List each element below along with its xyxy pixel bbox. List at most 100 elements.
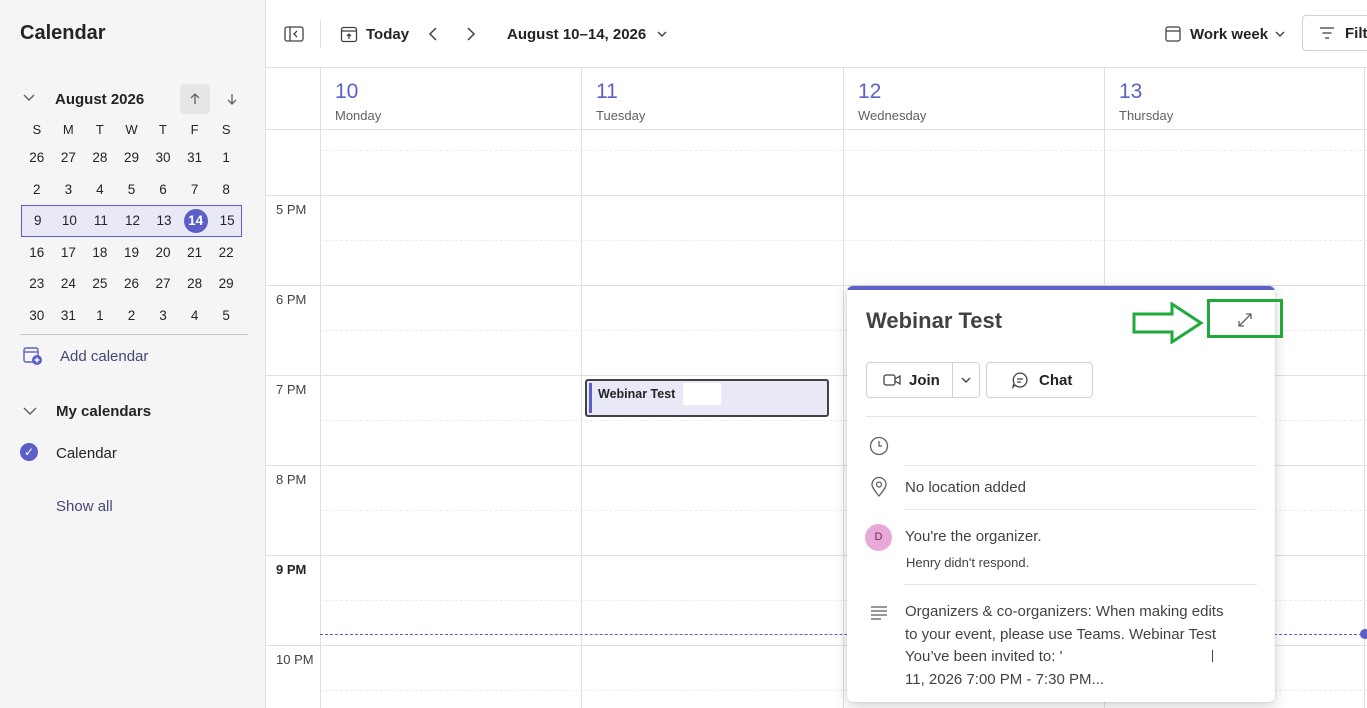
chat-button[interactable]: Chat: [986, 362, 1093, 398]
weekday-label: F: [190, 122, 199, 137]
day-number: 12: [858, 80, 882, 103]
mini-day[interactable]: 20: [147, 245, 179, 260]
mini-day[interactable]: 10: [54, 213, 86, 228]
mini-day[interactable]: 5: [116, 182, 148, 197]
mini-day[interactable]: 22: [210, 245, 242, 260]
mini-day[interactable]: 3: [147, 308, 179, 323]
header-divider: [266, 129, 1367, 130]
join-button[interactable]: Join: [866, 362, 953, 398]
mini-day[interactable]: 26: [116, 276, 148, 291]
mini-day[interactable]: 17: [53, 245, 85, 260]
hour-line: [266, 195, 1367, 196]
toggle-sidebar-button[interactable]: [284, 22, 304, 46]
day-header-wednesday[interactable]: 12 Wednesday: [843, 68, 1104, 129]
mini-day[interactable]: 1: [84, 308, 116, 323]
join-label: Join: [909, 371, 940, 389]
mini-day[interactable]: 23: [21, 276, 53, 291]
event-title: Webinar Test: [598, 387, 676, 401]
annotation-highlight-box: [1207, 299, 1283, 338]
previous-week-button[interactable]: [426, 22, 440, 46]
checkmark-circle-icon[interactable]: ✓: [20, 443, 38, 461]
mini-day-today[interactable]: 14: [183, 208, 208, 233]
mini-day[interactable]: 11: [85, 213, 117, 228]
mini-day[interactable]: 2: [116, 308, 148, 323]
popup-accent-bar: [847, 286, 1275, 290]
mini-calendar-weekdays: S M T W T F S: [21, 122, 242, 142]
show-all-link[interactable]: Show all: [56, 498, 113, 515]
mini-day[interactable]: 24: [53, 276, 85, 291]
mini-calendar-month-label[interactable]: August 2026: [55, 91, 144, 108]
location-text: No location added: [905, 479, 1026, 496]
chevron-down-icon: [657, 31, 667, 37]
add-calendar-button[interactable]: Add calendar: [22, 345, 222, 369]
collapse-mini-calendar-chevron-icon[interactable]: [22, 90, 40, 108]
today-button[interactable]: Today: [340, 22, 409, 46]
mini-day[interactable]: 4: [84, 182, 116, 197]
mini-day[interactable]: 12: [117, 213, 149, 228]
date-range-picker[interactable]: August 10–14, 2026: [507, 22, 668, 46]
weekday-label: S: [221, 122, 231, 137]
time-label: 6 PM: [276, 292, 307, 307]
event-webinar-test[interactable]: Webinar Test: [585, 379, 829, 417]
day-header-tuesday[interactable]: 11 Tuesday: [581, 68, 843, 129]
mini-day[interactable]: 31: [179, 150, 211, 165]
mini-day[interactable]: 7: [179, 182, 211, 197]
mini-day[interactable]: 8: [210, 182, 242, 197]
event-details-popup: Webinar Test Join Chat No location added…: [847, 286, 1275, 702]
my-calendars-section-toggle[interactable]: My calendars: [22, 401, 242, 423]
popup-divider: [904, 465, 1257, 466]
view-switcher-button[interactable]: Work week: [1164, 22, 1286, 46]
time-label: 8 PM: [276, 472, 307, 487]
clock-icon: [868, 435, 890, 457]
chevron-left-icon: [428, 27, 437, 41]
filter-button[interactable]: Filt: [1302, 15, 1367, 51]
mini-day[interactable]: 18: [84, 245, 116, 260]
day-name: Wednesday: [858, 108, 927, 123]
mini-day[interactable]: 2: [21, 182, 53, 197]
mini-day[interactable]: 5: [210, 308, 242, 323]
today-label: Today: [366, 25, 410, 43]
mini-day[interactable]: 29: [116, 150, 148, 165]
attendee-response-text: Henry didn't respond.: [906, 555, 1030, 570]
mini-day[interactable]: 1: [210, 150, 242, 165]
next-month-arrow-down-icon[interactable]: [218, 84, 246, 114]
mini-day[interactable]: 9: [22, 213, 54, 228]
mini-day[interactable]: 13: [148, 213, 180, 228]
organizer-text: You're the organizer.: [905, 528, 1042, 545]
filter-label: Filt: [1345, 24, 1367, 42]
chevron-down-icon: [1275, 31, 1285, 37]
mini-day[interactable]: 15: [211, 213, 243, 228]
day-header-thursday[interactable]: 13 Thursday: [1104, 68, 1366, 129]
sidebar: Calendar August 2026 S M T W T F S 26 27…: [0, 0, 266, 708]
toolbar-separator: [320, 20, 321, 48]
column-divider: [843, 68, 844, 708]
description-line: to your event, please use Teams. Webinar…: [905, 625, 1217, 643]
mini-day[interactable]: 31: [53, 308, 85, 323]
mini-day[interactable]: 30: [147, 150, 179, 165]
mini-day[interactable]: 26: [21, 150, 53, 165]
toolbar: Today August 10–14, 2026 Work week Filt: [266, 0, 1367, 68]
text-align-icon: [868, 602, 890, 624]
previous-month-arrow-up-icon[interactable]: [180, 84, 210, 114]
description-line-with-redaction: You’ve been invited to: ': [905, 646, 1255, 669]
next-week-button[interactable]: [464, 22, 478, 46]
mini-day[interactable]: 16: [21, 245, 53, 260]
mini-day[interactable]: 29: [210, 276, 242, 291]
join-options-dropdown[interactable]: [952, 362, 980, 398]
mini-day[interactable]: 3: [53, 182, 85, 197]
mini-day[interactable]: 27: [53, 150, 85, 165]
day-header-monday[interactable]: 10 Monday: [320, 68, 581, 129]
mini-day[interactable]: 6: [147, 182, 179, 197]
mini-day-today-cell[interactable]: 14: [180, 208, 212, 233]
mini-day[interactable]: 27: [147, 276, 179, 291]
mini-day[interactable]: 4: [179, 308, 211, 323]
calendar-list-item[interactable]: ✓ Calendar: [20, 443, 240, 465]
mini-day[interactable]: 28: [84, 150, 116, 165]
popup-title: Webinar Test: [866, 308, 1003, 333]
mini-day[interactable]: 25: [84, 276, 116, 291]
mini-day[interactable]: 21: [179, 245, 211, 260]
redacted-area: [683, 383, 721, 405]
mini-day[interactable]: 19: [116, 245, 148, 260]
mini-day[interactable]: 28: [179, 276, 211, 291]
mini-day[interactable]: 30: [21, 308, 53, 323]
